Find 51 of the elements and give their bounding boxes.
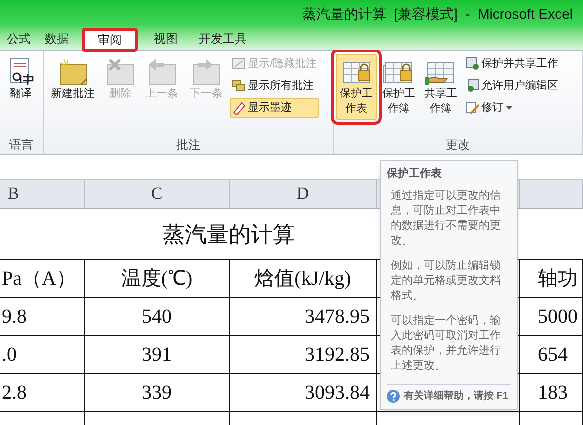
group-label: 批注 — [176, 137, 200, 154]
group-label: 更改 — [446, 137, 470, 154]
column-heading-cell-text: 焓值(kJ/kg) — [254, 266, 352, 292]
help-icon — [387, 390, 400, 402]
tooltip-text: 通过指定可以更改的信息，可防止对工作表中的数据进行不需要的更改。 — [390, 188, 502, 248]
table-cell-text: .0 — [2, 342, 17, 368]
note-toggle-icon — [232, 57, 246, 71]
table-cell-text: 3478.95 — [305, 304, 370, 330]
ribbon-button[interactable]: 显示所有批注 — [230, 76, 320, 96]
ribbon-tab[interactable]: 数据 — [38, 28, 76, 50]
column-header[interactable]: B — [8, 181, 20, 207]
ribbon-button[interactable]: 共享工作簿 — [420, 54, 462, 120]
ribbon-tab[interactable]: 公式 — [0, 28, 38, 50]
sheet-title: 蒸汽量的计算 — [163, 220, 295, 248]
table-cell-text: 9.8 — [2, 304, 27, 330]
help-text: 有关详细帮助，请按 F1 — [404, 389, 508, 404]
ink-icon — [232, 101, 246, 115]
tooltip-text: 可以指定一个密码，输入此密码可取消对工作表的保护，并允许进行上述更改。 — [390, 314, 502, 374]
tooltip-text: 例如，可以防止编辑锁定的单元格或更改文档格式。 — [390, 258, 502, 304]
protect-share-icon — [466, 57, 480, 71]
ribbon-tab[interactable]: 审阅 — [82, 28, 138, 52]
table-cell-text: 2.8 — [2, 380, 27, 406]
ribbon-button[interactable]: 保护并共享工作 — [464, 54, 561, 74]
table-cell-text: 3192.85 — [305, 342, 370, 368]
track-icon — [466, 101, 480, 115]
ribbon-tab[interactable]: 视图 — [144, 28, 188, 50]
column-heading-cell-text: 温度(℃) — [121, 266, 193, 292]
ribbon-tab[interactable]: 开发工具 — [188, 28, 258, 50]
column-header[interactable]: C — [151, 181, 163, 207]
table-cell-text: 183 — [538, 380, 568, 406]
group-label: 语言 — [10, 137, 34, 154]
table-cell-text: 654 — [538, 342, 568, 368]
notes-all-icon — [232, 79, 246, 93]
column-heading-cell-text: Pa（A） — [2, 266, 76, 292]
ribbon-button[interactable]: 显示墨迹 — [230, 98, 320, 118]
table-cell-text: 540 — [142, 304, 172, 330]
column-heading-cell-text: 轴功 — [538, 266, 578, 292]
window-title: 蒸汽量的计算 [兼容模式] - Microsoft Excel — [302, 5, 573, 24]
ribbon-button[interactable]: 翻译 — [2, 54, 40, 105]
note-new-icon — [57, 57, 90, 87]
ribbon-button[interactable]: 允许用户编辑区 — [464, 76, 561, 96]
table-cell-text: 391 — [142, 342, 172, 368]
ribbon-button[interactable]: 新建批注 — [46, 54, 100, 105]
ribbon-button[interactable]: 修订 — [464, 98, 561, 118]
tooltip-title: 保护工作表 — [387, 166, 443, 182]
ribbon-button[interactable]: 保护工作簿 — [378, 54, 420, 120]
column-header[interactable]: D — [296, 181, 310, 207]
table-cell-text: 339 — [142, 380, 172, 406]
table-cell-text: 3093.84 — [305, 380, 370, 406]
allow-edit-icon — [466, 79, 480, 93]
table-cell-text: 5000 — [538, 304, 578, 330]
